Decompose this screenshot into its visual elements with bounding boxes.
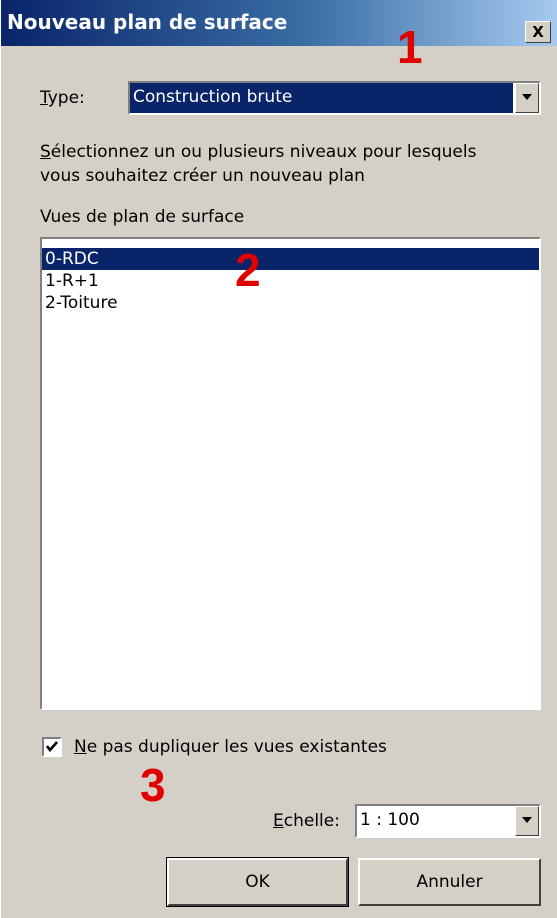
instructions-line-2: vous souhaitez créer un nouveau plan — [40, 166, 365, 186]
dialog-title: Nouveau plan de surface — [7, 10, 288, 34]
cancel-button[interactable]: Annuler — [358, 858, 541, 906]
views-list-label: Vues de plan de surface — [40, 207, 245, 227]
close-icon: X — [532, 23, 544, 41]
annotation-marker-2: 2 — [235, 244, 261, 296]
no-duplicate-checkbox[interactable] — [42, 737, 62, 757]
list-item-0-rdc[interactable]: 0-RDC — [42, 248, 539, 270]
list-item-2-toiture[interactable]: 2-Toiture — [42, 292, 539, 314]
annotation-marker-1: 1 — [397, 21, 423, 73]
new-area-plan-dialog: Nouveau plan de surface X 1 Type: Constr… — [0, 0, 557, 918]
title-bar[interactable]: Nouveau plan de surface X — [1, 0, 557, 46]
type-dropdown-arrow-icon[interactable] — [515, 83, 539, 113]
list-item-1-r1[interactable]: 1-R+1 — [42, 270, 539, 292]
scale-select-value: 1 : 100 — [360, 810, 420, 830]
type-select-value: Construction brute — [130, 83, 513, 113]
type-select[interactable]: Construction brute — [128, 81, 541, 115]
ok-button[interactable]: OK — [166, 857, 349, 907]
scale-dropdown-arrow-icon[interactable] — [515, 806, 539, 836]
scale-label: Echelle: — [273, 811, 340, 831]
no-duplicate-label[interactable]: Ne pas dupliquer les vues existantes — [74, 737, 387, 757]
close-button[interactable]: X — [525, 21, 551, 43]
annotation-marker-3: 3 — [140, 759, 166, 811]
scale-select[interactable]: 1 : 100 — [355, 804, 541, 838]
views-listbox[interactable]: 0-RDC 1-R+1 2-Toiture — [40, 237, 541, 710]
type-label: Type: — [40, 88, 85, 108]
instructions-line-1: Sélectionnez un ou plusieurs niveaux pou… — [40, 142, 477, 162]
checkmark-icon — [45, 741, 58, 753]
